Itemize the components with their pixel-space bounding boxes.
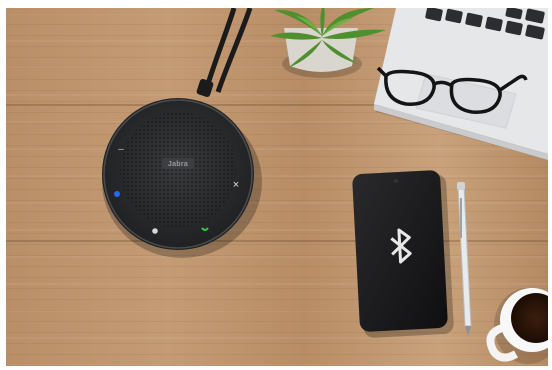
speaker-brand-label: Jabra: [168, 161, 188, 168]
mute-icon: [152, 228, 158, 234]
photo-svg: Jabra – ×: [102, 8, 548, 364]
plus-icon: ×: [233, 179, 239, 191]
bluetooth-icon: [114, 191, 120, 197]
coffee-cup: [486, 288, 548, 364]
desk-scene: Jabra – ×: [6, 8, 548, 366]
potted-plant: [270, 8, 386, 78]
smartphone: [352, 170, 454, 338]
pen: [457, 182, 472, 336]
speakerphone: Jabra – ×: [102, 98, 262, 258]
usb-cables: [196, 8, 253, 97]
minus-icon: –: [118, 144, 124, 155]
laptop: [374, 8, 548, 160]
